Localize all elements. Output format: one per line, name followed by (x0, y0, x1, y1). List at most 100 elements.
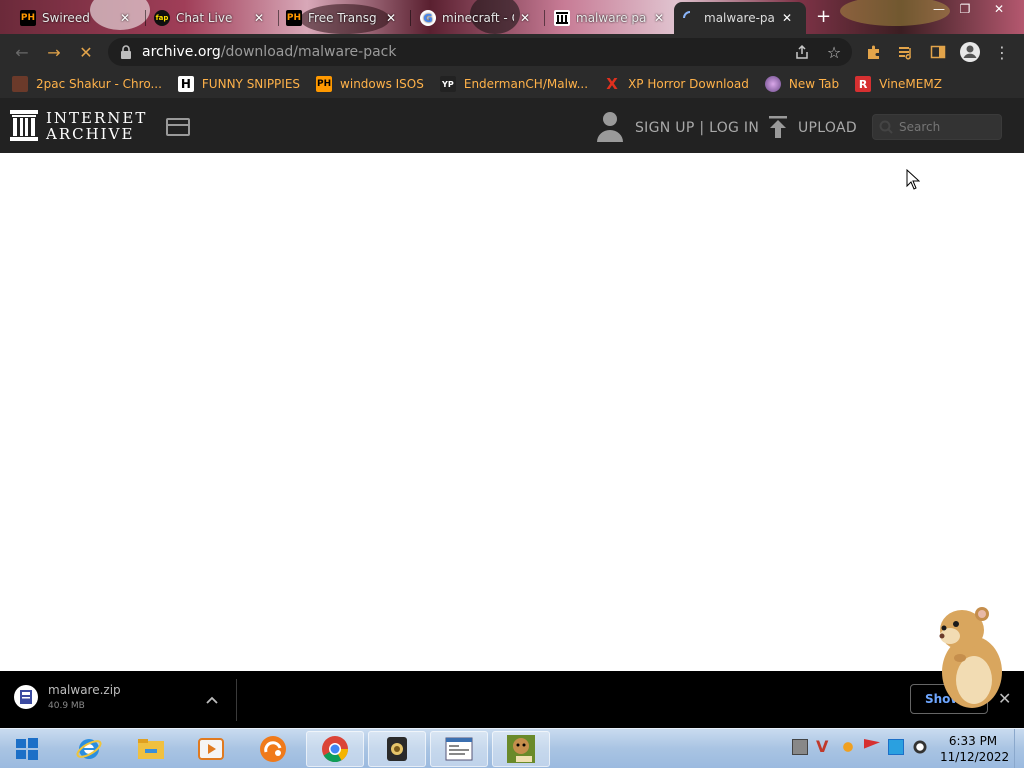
tab-2[interactable]: fap Chat Live ✕ (146, 4, 276, 32)
tab-5[interactable]: malware pa ✕ (546, 4, 672, 32)
taskbar-notepad[interactable] (430, 731, 488, 767)
search-icon (879, 120, 893, 134)
back-button[interactable]: ← (10, 40, 34, 64)
download-file-size: 40.9 MB (48, 701, 85, 711)
taskbar-uc-browser[interactable] (244, 731, 302, 767)
address-bar[interactable]: archive.org/download/malware-pack (108, 38, 852, 66)
globe-icon (764, 76, 781, 92)
ia-logo[interactable]: INTERNET ARCHIVE (10, 110, 147, 142)
tray-antivirus-icon[interactable]: V (816, 739, 832, 755)
download-divider (236, 679, 237, 721)
close-icon[interactable]: ✕ (782, 11, 792, 25)
volume-icon[interactable] (912, 739, 928, 755)
chevron-up-icon[interactable] (206, 695, 218, 705)
ia-search-box[interactable] (872, 114, 1002, 140)
media-control-icon[interactable] (894, 40, 918, 64)
bookmark-xp-horror[interactable]: X XP Horror Download (604, 75, 749, 93)
signup-login-link[interactable]: SIGN UP | LOG IN (635, 120, 759, 136)
system-tray: V (792, 739, 936, 755)
tray-search-icon[interactable] (840, 739, 856, 755)
close-icon[interactable]: ✕ (120, 11, 130, 25)
system-clock[interactable]: 6:33 PM 11/12/2022 (940, 733, 1009, 765)
taskbar-media-player[interactable] (182, 731, 240, 767)
hamster-pet-icon[interactable] (930, 600, 1010, 710)
zip-file-icon (14, 685, 38, 709)
uc-browser-icon (260, 736, 286, 762)
yp-icon: YP (439, 76, 456, 92)
bookmark-funny-snippies[interactable]: H FUNNY SNIPPIES (177, 76, 300, 92)
bookmarks-bar: 2pac Shakur - Chro... H FUNNY SNIPPIES P… (0, 70, 1024, 98)
bookmark-endermanch[interactable]: YP EndermanCH/Malw... (439, 76, 588, 92)
tab-title: Swireed (42, 11, 90, 25)
close-icon[interactable]: ✕ (520, 11, 530, 25)
bonzi-box-icon (507, 735, 535, 763)
taskbar-internet-explorer[interactable] (60, 731, 118, 767)
bookmark-new-tab[interactable]: New Tab (764, 76, 839, 92)
action-center-flag-icon[interactable] (864, 739, 880, 749)
extensions-icon[interactable] (862, 40, 886, 64)
x-icon: X (606, 75, 618, 93)
tab-title: Free Transg (308, 11, 377, 25)
minimize-button[interactable]: — (926, 0, 952, 18)
close-icon[interactable]: ✕ (386, 11, 396, 25)
stop-loading-button[interactable]: ✕ (74, 40, 98, 64)
search-input[interactable] (899, 120, 995, 134)
taskbar-app[interactable] (368, 731, 426, 767)
close-icon[interactable]: ✕ (254, 11, 264, 25)
tupac-icon (12, 76, 28, 92)
download-file-name: malware.zip (48, 683, 121, 697)
web-archive-menu-icon[interactable] (166, 118, 190, 136)
url-text: archive.org/download/malware-pack (142, 44, 397, 60)
show-desktop-button[interactable] (1014, 729, 1024, 768)
windows-logo-icon (16, 738, 38, 760)
lock-icon (121, 45, 131, 59)
profile-avatar-icon[interactable] (958, 40, 982, 64)
windows-taskbar: V 6:33 PM 11/12/2022 (0, 728, 1024, 768)
forward-button[interactable]: → (42, 40, 66, 64)
share-icon[interactable] (790, 40, 814, 64)
r-icon: R (855, 76, 872, 92)
fap-icon: fap (154, 10, 170, 26)
close-window-button[interactable]: ✕ (986, 0, 1012, 18)
network-icon[interactable] (888, 739, 904, 755)
page-content (0, 153, 1024, 671)
download-shelf: malware.zip 40.9 MB Show all ✕ (0, 671, 1024, 728)
loading-spinner-icon (682, 10, 698, 26)
close-icon[interactable]: ✕ (654, 11, 664, 25)
bookmark-2pac[interactable]: 2pac Shakur - Chro... (12, 76, 162, 92)
start-button[interactable] (0, 731, 54, 767)
new-tab-button[interactable]: + (816, 6, 831, 27)
taskbar-file-explorer[interactable] (122, 731, 180, 767)
browser-toolbar: ← → ✕ archive.org/download/malware-pack … (0, 34, 1024, 70)
internet-explorer-icon (76, 739, 102, 759)
ia-wordmark: INTERNET ARCHIVE (46, 109, 148, 143)
download-item[interactable]: malware.zip 40.9 MB (14, 683, 121, 711)
bookmark-windows-isos[interactable]: PH windows ISOS (316, 76, 424, 92)
taskbar-bonzi-box[interactable] (492, 731, 550, 767)
tab-4[interactable]: G minecraft - G ✕ (412, 4, 542, 32)
person-icon[interactable] (596, 110, 624, 142)
bookmark-vinememz[interactable]: R VineMEMZ (855, 76, 942, 92)
tab-strip: PH Swireed ✕ fap Chat Live ✕ PH Free Tra… (0, 0, 1024, 34)
tab-title: Chat Live (176, 11, 233, 25)
h-icon: H (177, 76, 194, 92)
tab-active[interactable]: malware-pa ✕ (674, 2, 806, 34)
tab-1[interactable]: PH Swireed ✕ (12, 4, 142, 32)
file-explorer-icon (138, 739, 164, 759)
chrome-menu-icon[interactable]: ⋮ (990, 40, 1014, 64)
restore-button[interactable]: ❐ (952, 0, 978, 18)
archive-icon (554, 10, 570, 26)
bookmark-star-icon[interactable]: ☆ (822, 40, 846, 64)
upload-link[interactable]: UPLOAD (798, 120, 857, 136)
notepad-icon (445, 737, 473, 761)
side-panel-icon[interactable] (926, 40, 950, 64)
archive-building-icon (10, 110, 38, 141)
pornhub-icon: PH (316, 76, 333, 92)
chrome-icon (322, 736, 349, 763)
upload-icon[interactable] (768, 116, 788, 138)
tab-title: malware-pa (704, 11, 775, 25)
tray-app-icon[interactable] (792, 739, 808, 755)
tab-title: minecraft - G (442, 11, 514, 25)
tab-3[interactable]: PH Free Transg ✕ (278, 4, 408, 32)
taskbar-chrome[interactable] (306, 731, 364, 767)
